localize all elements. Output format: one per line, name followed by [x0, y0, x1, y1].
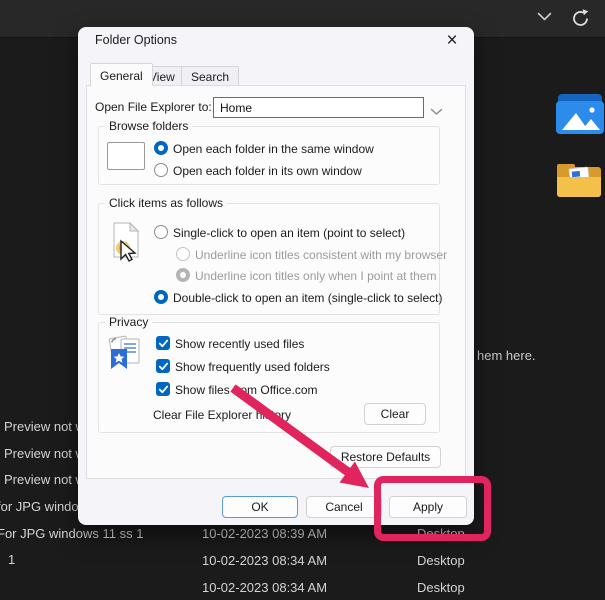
file-name[interactable]: Preview not w — [4, 446, 85, 461]
file-name[interactable]: Preview not w — [4, 472, 85, 487]
file-location: Desktop — [417, 553, 465, 568]
documents-folder-icon[interactable] — [556, 161, 603, 206]
checkbox-frequent-folders[interactable] — [156, 359, 170, 373]
open-to-label: Open File Explorer to: — [95, 100, 212, 114]
tab-search[interactable]: Search — [181, 66, 239, 87]
radio-own-window-label: Open each folder in its own window — [173, 164, 362, 178]
checkbox-frequent-folders-label: Show frequently used folders — [175, 360, 330, 374]
radio-same-window[interactable] — [154, 141, 168, 155]
radio-own-window[interactable] — [154, 163, 168, 177]
checkbox-recent-files[interactable] — [156, 336, 170, 350]
checkbox-recent-files-label: Show recently used files — [175, 337, 304, 351]
cancel-button[interactable]: Cancel — [306, 496, 382, 518]
open-to-combobox[interactable]: Home — [213, 97, 424, 118]
refresh-icon[interactable] — [570, 8, 591, 29]
privacy-group: Privacy Show recently use — [98, 322, 440, 433]
radio-single-click[interactable] — [154, 225, 168, 239]
radio-double-click[interactable] — [154, 290, 168, 304]
privacy-legend: Privacy — [105, 315, 152, 329]
radio-underline-point-label: Underline icon titles only when I point … — [195, 269, 436, 283]
file-date: 10-02-2023 08:34 AM — [202, 580, 327, 595]
combobox-chevron-icon[interactable] — [430, 103, 443, 121]
tab-general[interactable]: General — [90, 63, 153, 86]
radio-underline-browser — [176, 247, 190, 261]
dialog-title: Folder Options — [95, 33, 177, 47]
clear-history-label: Clear File Explorer history — [153, 408, 291, 422]
file-name[interactable]: Preview not w — [4, 419, 85, 434]
hint-text-fragment: hem here. — [477, 348, 536, 363]
ok-button[interactable]: OK — [222, 496, 298, 518]
pictures-folder-icon[interactable] — [556, 92, 605, 139]
file-name[interactable]: for JPG windo — [0, 499, 79, 514]
file-name[interactable]: 1 — [8, 552, 15, 567]
recent-files-icon — [107, 333, 145, 380]
radio-underline-browser-label: Underline icon titles consistent with my… — [195, 248, 447, 262]
close-icon[interactable]: × — [439, 29, 465, 53]
file-date: 10-02-2023 08:39 AM — [202, 526, 327, 541]
checkbox-office-files-label: Show files from Office.com — [175, 383, 318, 397]
radio-same-window-label: Open each folder in the same window — [173, 142, 374, 156]
file-name[interactable]: For JPG windows 11 ss 1 — [0, 526, 143, 541]
folder-options-dialog: Folder Options × General View Search Ope… — [78, 27, 474, 525]
chevron-down-icon[interactable] — [537, 12, 552, 22]
file-location: Desktop — [417, 580, 465, 595]
apply-button[interactable]: Apply — [389, 496, 467, 518]
file-date: 10-02-2023 08:34 AM — [202, 553, 327, 568]
radio-underline-point — [176, 268, 190, 282]
checkbox-office-files[interactable] — [156, 382, 170, 396]
click-items-group: Click items as follows Single-click to o… — [98, 203, 440, 315]
browse-folders-legend: Browse folders — [105, 119, 192, 133]
file-location: Desktop — [417, 526, 465, 541]
click-pointer-icon — [111, 222, 143, 271]
radio-double-click-label: Double-click to open an item (single-cli… — [173, 291, 442, 305]
radio-single-click-label: Single-click to open an item (point to s… — [173, 226, 405, 240]
browse-folders-group: Browse folders Open each folder in the s… — [98, 126, 440, 185]
clear-button[interactable]: Clear — [364, 403, 426, 425]
folder-window-icon — [107, 142, 145, 170]
restore-defaults-button[interactable]: Restore Defaults — [330, 446, 441, 468]
click-items-legend: Click items as follows — [105, 196, 227, 210]
screen: Preview not w Preview not w Preview not … — [0, 0, 605, 600]
